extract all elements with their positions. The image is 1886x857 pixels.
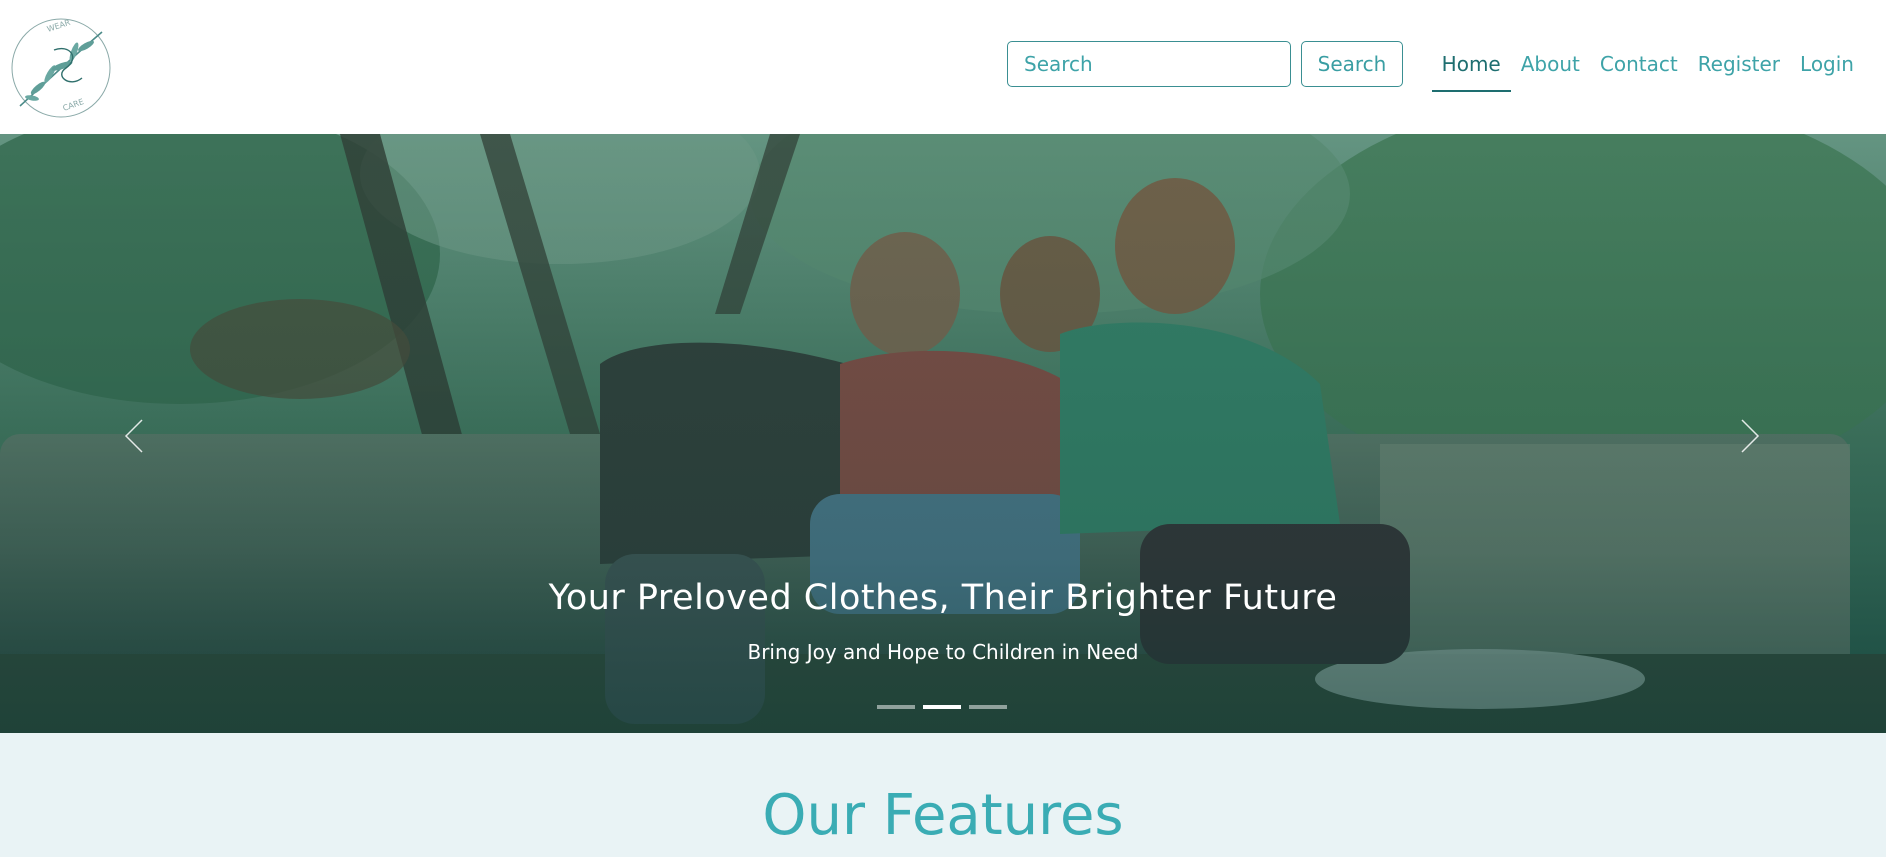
nav-link-home[interactable]: Home [1431,40,1511,92]
carousel-indicator-2[interactable] [923,705,961,709]
search-input[interactable] [1007,41,1291,87]
brand-logo[interactable]: WEAR CARE [10,18,114,118]
chevron-right-icon [1741,419,1760,453]
navbar: WEAR CARE Search Home About Contact Regi… [0,0,1886,134]
chevron-left-icon [124,419,143,453]
nav-menu: Home About Contact Register Login [1431,40,1864,92]
hero-carousel: Your Preloved Clothes, Their Brighter Fu… [0,134,1886,733]
hero-caption: Your Preloved Clothes, Their Brighter Fu… [0,578,1886,664]
search-button[interactable]: Search [1301,41,1403,87]
hero-title: Your Preloved Clothes, Their Brighter Fu… [548,578,1338,618]
nav-link-contact[interactable]: Contact [1590,40,1688,92]
carousel-indicator-1[interactable] [877,705,915,709]
carousel-indicators [877,705,1007,709]
hero-subtitle: Bring Joy and Hope to Children in Need [747,640,1139,664]
nav-link-about[interactable]: About [1511,40,1590,92]
svg-text:CARE: CARE [62,97,85,113]
features-section: Our Features [0,733,1886,857]
carousel-next-button[interactable] [1728,414,1772,458]
leaf-branch-logo-icon: WEAR CARE [11,18,111,118]
carousel-prev-button[interactable] [112,414,156,458]
nav-link-register[interactable]: Register [1688,40,1790,92]
features-title: Our Features [762,783,1124,848]
carousel-indicator-3[interactable] [969,705,1007,709]
nav-link-login[interactable]: Login [1790,40,1864,92]
